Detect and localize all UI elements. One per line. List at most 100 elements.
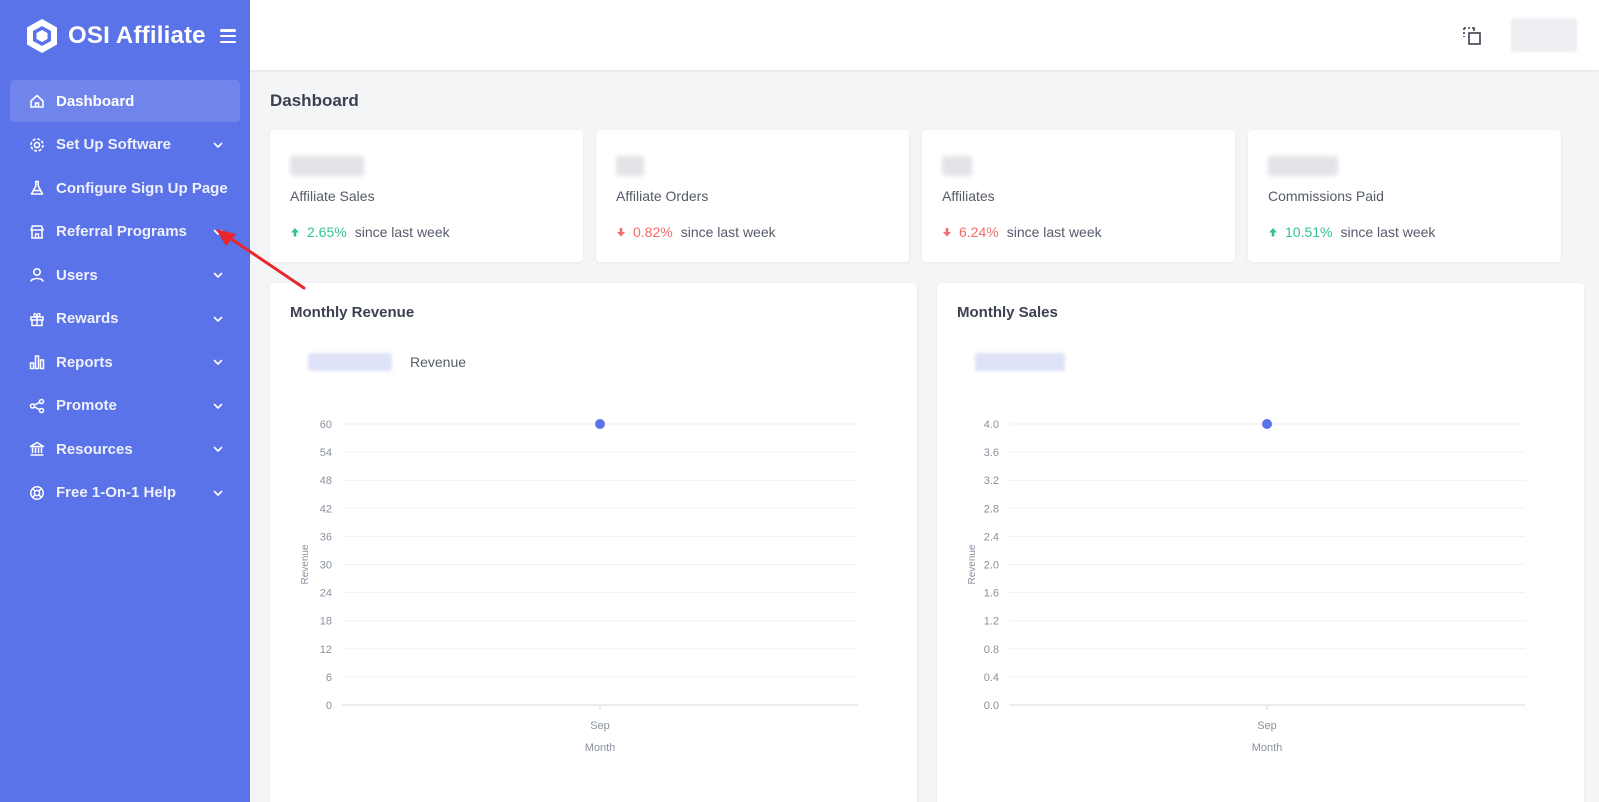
y-tick-label: 18 <box>320 616 332 628</box>
brand-name: OSI Affiliate <box>68 22 206 49</box>
stat-label: Affiliates <box>942 188 995 204</box>
stat-value-redacted <box>616 156 644 176</box>
topbar <box>250 0 1599 70</box>
user-icon <box>30 267 44 282</box>
sidebar-item-label: Reports <box>56 353 113 371</box>
bank-icon <box>29 441 45 456</box>
gear-icon <box>30 137 44 152</box>
sidebar-item-users[interactable]: Users <box>10 254 240 296</box>
store-icon <box>30 224 44 239</box>
stat-change: 10.51% <box>1285 224 1333 240</box>
y-tick-label: 0 <box>326 700 332 712</box>
y-tick-label: 24 <box>320 588 332 600</box>
sidebar-item-dashboard[interactable]: Dashboard <box>10 80 240 122</box>
x-tick-label: Sep <box>590 720 610 732</box>
chevron-down-icon[interactable] <box>212 443 224 455</box>
chevron-down-icon[interactable] <box>212 400 224 412</box>
sidebar-item-configure-sign-up-page[interactable]: Configure Sign Up Page <box>10 167 240 209</box>
chevron-down-icon[interactable] <box>212 487 224 499</box>
sidebar-item-label: Resources <box>56 440 133 458</box>
page-title: Dashboard <box>270 91 359 110</box>
fullscreen-icon[interactable] <box>1461 25 1483 47</box>
y-tick-label: 36 <box>320 531 332 543</box>
avatar[interactable] <box>1511 18 1577 52</box>
chevron-down-icon[interactable] <box>212 139 224 151</box>
y-tick-label: 0.4 <box>984 672 999 684</box>
arrow-up-icon <box>1269 228 1277 237</box>
y-tick-label: 2.8 <box>984 503 999 515</box>
x-tick-label: Sep <box>1257 720 1277 732</box>
annotation-arrow <box>216 229 306 290</box>
arrow-down-icon <box>943 228 951 237</box>
sidebar-item-label: Configure Sign Up Page <box>56 179 228 197</box>
brand: OSI Affiliate <box>0 0 250 72</box>
share-icon <box>29 398 45 413</box>
monthly-revenue-card: Monthly Revenue Revenue 0 6 12 18 24 30 36 42 48… <box>270 283 917 802</box>
data-point[interactable] <box>595 419 605 429</box>
stat-card: Commissions Paid 10.51% since last week <box>1248 130 1561 262</box>
monthly-sales-card: Monthly Sales 0.0 0.4 0.8 1.2 1.6 2.0 2.4 2.8 3.… <box>937 283 1584 802</box>
y-tick-label: 0.0 <box>984 700 999 712</box>
data-point[interactable] <box>1262 419 1272 429</box>
y-tick-label: 3.2 <box>984 475 999 487</box>
sidebar-item-label: Referral Programs <box>56 223 187 240</box>
stat-value-redacted <box>1268 156 1338 176</box>
logo-icon <box>27 19 57 53</box>
chevron-down-icon[interactable] <box>212 356 224 368</box>
stat-trend: 6.24% since last week <box>942 224 1102 240</box>
stat-change: 2.65% <box>307 224 347 240</box>
y-tick-label: 30 <box>320 560 332 572</box>
monthly-sales-chart: 0.0 0.4 0.8 1.2 1.6 2.0 2.4 2.8 3.2 3.6 4.0 Sep Mont… <box>967 419 1525 754</box>
y-tick-label: 0.8 <box>984 644 999 656</box>
sidebar-item-reports[interactable]: Reports <box>10 341 240 383</box>
lifebuoy-icon <box>30 485 44 500</box>
stat-card: Affiliates 6.24% since last week <box>922 130 1235 262</box>
sidebar-nav: Dashboard Set Up Software Configure Sign U… <box>0 80 250 514</box>
y-tick-label: 42 <box>320 503 332 515</box>
y-tick-label: 48 <box>320 475 332 487</box>
sidebar-item-label: Promote <box>56 397 117 414</box>
y-tick-label: 4.0 <box>984 419 999 431</box>
stat-label: Commissions Paid <box>1268 188 1384 204</box>
y-tick-label: 1.6 <box>984 588 999 600</box>
sidebar-item-referral-programs[interactable]: Referral Programs <box>10 211 240 253</box>
stat-value-redacted <box>290 156 364 176</box>
stat-change: 6.24% <box>959 224 999 240</box>
y-tick-label: 6 <box>326 672 332 684</box>
stat-label: Affiliate Sales <box>290 188 375 204</box>
y-tick-label: 12 <box>320 644 332 656</box>
y-tick-label: 3.6 <box>984 447 999 459</box>
stat-trend: 10.51% since last week <box>1268 224 1435 240</box>
sidebar-item-label: Set Up Software <box>56 136 172 153</box>
y-tick-label: 2.0 <box>984 560 999 572</box>
stat-label: Affiliate Orders <box>616 188 709 204</box>
sidebar-item-label: Rewards <box>56 310 119 327</box>
sidebar-item-set-up-software[interactable]: Set Up Software <box>10 124 240 166</box>
stat-card: Affiliate Orders 0.82% since last week <box>596 130 909 262</box>
y-tick-label: 1.2 <box>984 616 999 628</box>
chevron-down-icon[interactable] <box>212 313 224 325</box>
y-tick-label: 54 <box>320 447 332 459</box>
sidebar: OSI Affiliate Dashboard Set Up Software Co… <box>0 0 250 802</box>
sidebar-item-label: Free 1-On-1 Help <box>56 484 177 501</box>
home-icon <box>30 94 44 108</box>
y-tick-label: 60 <box>320 419 332 431</box>
flask-icon <box>30 180 44 195</box>
stat-change-suffix: since last week <box>1340 224 1436 240</box>
menu-toggle-icon[interactable] <box>219 29 236 43</box>
sidebar-item-label: Users <box>56 266 98 284</box>
stat-change: 0.82% <box>633 224 673 240</box>
sidebar-item-free-1-on-1-help[interactable]: Free 1-On-1 Help <box>10 472 240 514</box>
gift-icon <box>30 312 44 326</box>
arrow-down-icon <box>617 228 625 237</box>
sidebar-item-rewards[interactable]: Rewards <box>10 298 240 340</box>
stat-trend: 2.65% since last week <box>290 224 450 240</box>
y-tick-label: 2.4 <box>984 531 999 543</box>
sidebar-item-resources[interactable]: Resources <box>10 428 240 470</box>
stat-change-suffix: since last week <box>680 224 776 240</box>
y-axis-label: Revenue <box>967 544 978 584</box>
sidebar-item-promote[interactable]: Promote <box>10 385 240 427</box>
stat-card: Affiliate Sales 2.65% since last week <box>270 130 583 262</box>
monthly-revenue-chart: 0 6 12 18 24 30 36 42 48 54 60 Sep Month Revenue <box>300 419 858 754</box>
sidebar-item-label: Dashboard <box>56 92 135 110</box>
